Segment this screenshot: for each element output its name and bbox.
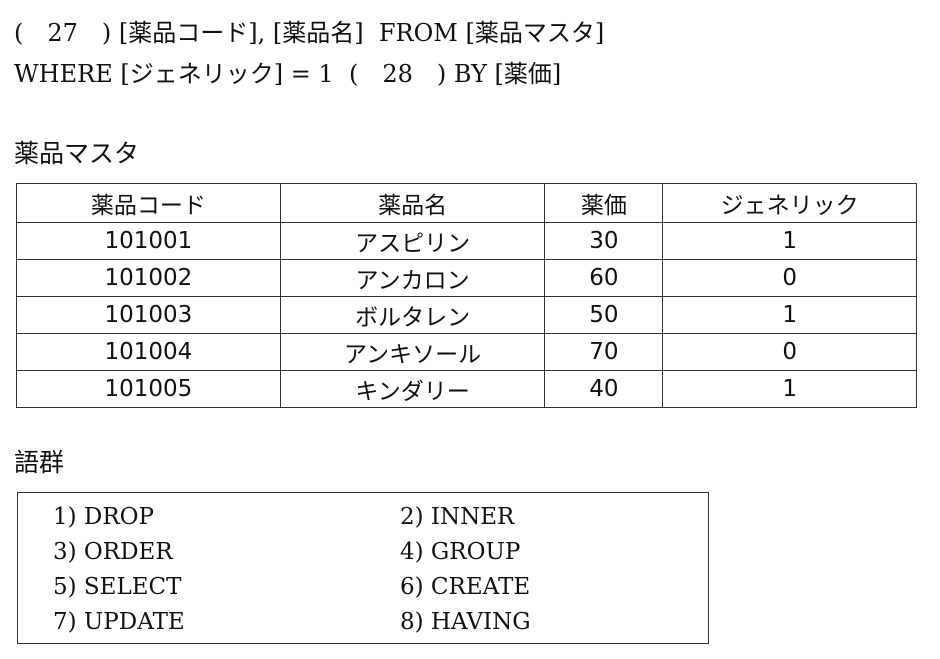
cell-price: 40 bbox=[544, 370, 664, 408]
table-header-row: 薬品コード 薬品名 薬価 ジェネリック bbox=[16, 183, 917, 223]
cell-drug-code: 101001 bbox=[16, 222, 281, 260]
cell-price: 50 bbox=[544, 296, 664, 334]
cell-generic: 1 bbox=[662, 370, 917, 408]
term-option-6: 6) CREATE bbox=[400, 574, 531, 600]
cell-generic: 0 bbox=[662, 259, 917, 297]
cell-drug-code: 101005 bbox=[16, 370, 281, 408]
cell-drug-code: 101004 bbox=[16, 333, 281, 371]
table-row: 101004 アンキソール 70 0 bbox=[16, 333, 917, 371]
term-option-3: 3) ORDER bbox=[53, 539, 173, 565]
header-drug-name: 薬品名 bbox=[279, 183, 546, 223]
sql-line-1: ( 27 ) [薬品コード], [薬品名] FROM [薬品マスタ] bbox=[14, 19, 605, 47]
cell-drug-name: アスピリン bbox=[279, 222, 546, 260]
cell-generic: 0 bbox=[662, 333, 917, 371]
term-option-4: 4) GROUP bbox=[400, 539, 521, 565]
table-row: 101005 キンダリー 40 1 bbox=[16, 370, 917, 408]
cell-drug-name: アンカロン bbox=[279, 259, 546, 297]
term-option-5: 5) SELECT bbox=[53, 574, 182, 600]
term-option-2: 2) INNER bbox=[400, 504, 515, 530]
term-option-1: 1) DROP bbox=[53, 504, 155, 530]
term-option-8: 8) HAVING bbox=[400, 609, 531, 635]
cell-drug-code: 101003 bbox=[16, 296, 281, 334]
term-option-7: 7) UPDATE bbox=[53, 609, 185, 635]
cell-price: 60 bbox=[544, 259, 664, 297]
master-table-title: 薬品マスタ bbox=[14, 139, 140, 168]
term-group-box: 1) DROP 2) INNER 3) ORDER 4) GROUP 5) SE… bbox=[17, 492, 709, 644]
cell-drug-code: 101002 bbox=[16, 259, 281, 297]
cell-generic: 1 bbox=[662, 222, 917, 260]
cell-generic: 1 bbox=[662, 296, 917, 334]
table-row: 101001 アスピリン 30 1 bbox=[16, 222, 917, 260]
cell-price: 70 bbox=[544, 333, 664, 371]
term-group-title: 語群 bbox=[14, 448, 65, 477]
drug-master-table: 薬品コード 薬品名 薬価 ジェネリック 101001 アスピリン 30 1 10… bbox=[16, 183, 917, 408]
cell-drug-name: キンダリー bbox=[279, 370, 546, 408]
header-drug-code: 薬品コード bbox=[16, 183, 281, 223]
header-price: 薬価 bbox=[544, 183, 664, 223]
sql-line-2: WHERE [ジェネリック] = 1 ( 28 ) BY [薬価] bbox=[14, 60, 562, 88]
header-generic: ジェネリック bbox=[662, 183, 917, 223]
table-row: 101003 ボルタレン 50 1 bbox=[16, 296, 917, 334]
cell-drug-name: アンキソール bbox=[279, 333, 546, 371]
cell-price: 30 bbox=[544, 222, 664, 260]
cell-drug-name: ボルタレン bbox=[279, 296, 546, 334]
table-row: 101002 アンカロン 60 0 bbox=[16, 259, 917, 297]
